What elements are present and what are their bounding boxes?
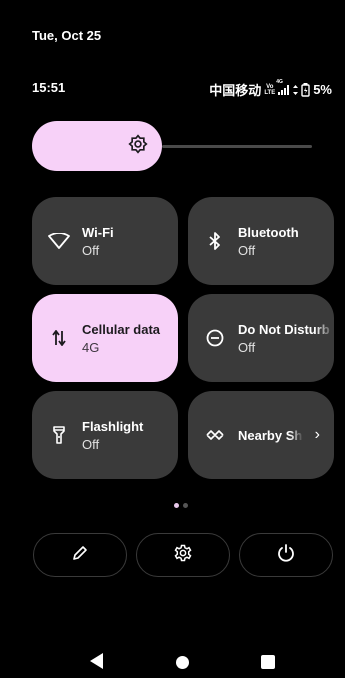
tile-wifi-status: Off [82, 242, 100, 258]
tile-nearby-share[interactable]: Nearby Share › [188, 391, 334, 479]
clock-text: 15:51 [32, 80, 66, 95]
power-button[interactable] [239, 533, 333, 577]
recents-button[interactable] [261, 655, 275, 669]
signal-icon: 4G [276, 79, 290, 95]
carrier-name: 中国移动 [209, 83, 262, 98]
battery-percent: 5% [313, 82, 332, 97]
settings-button[interactable] [136, 533, 230, 577]
date-text: Tue, Oct 25 [32, 28, 102, 43]
tile-dnd-status: Off [238, 339, 256, 355]
battery-icon [301, 82, 310, 97]
flashlight-icon [48, 424, 70, 446]
page-dot-active [174, 503, 179, 508]
navigation-bar [0, 630, 345, 678]
status-bar: 中国移动 Vo LTE 4G 5% [209, 79, 332, 99]
tile-dnd-label: Do Not Disturb [238, 321, 330, 337]
tile-bluetooth-label: Bluetooth [238, 224, 299, 240]
settings-gear-icon [174, 544, 192, 567]
tile-flashlight-label: Flashlight [82, 418, 144, 434]
tile-do-not-disturb[interactable]: Do Not Disturb Off [188, 294, 334, 382]
chevron-right-icon: › [314, 426, 320, 443]
tile-bluetooth-status: Off [238, 242, 256, 258]
page-dot [183, 503, 188, 508]
page-indicator [174, 503, 188, 508]
tile-flashlight-status: Off [82, 436, 100, 452]
back-button[interactable] [90, 653, 103, 674]
wifi-icon [48, 230, 70, 252]
tile-cellular-label: Cellular data [82, 321, 161, 337]
tile-wifi[interactable]: Wi-Fi Off [32, 197, 178, 285]
tile-bluetooth[interactable]: Bluetooth Off [188, 197, 334, 285]
edit-pencil-icon [72, 545, 88, 566]
do-not-disturb-icon [204, 327, 226, 349]
nearby-share-icon [204, 424, 226, 446]
tile-nearby-label: Nearby Share [238, 427, 303, 443]
brightness-slider-fill[interactable] [32, 121, 162, 171]
home-button[interactable] [176, 656, 189, 669]
tile-flashlight[interactable]: Flashlight Off [32, 391, 178, 479]
volte-icon: Vo LTE [264, 83, 276, 96]
brightness-slider[interactable] [32, 121, 312, 171]
data-activity-icon [293, 84, 299, 95]
tile-cellular-data[interactable]: Cellular data 4G [32, 294, 178, 382]
tile-cellular-status: 4G [82, 339, 100, 355]
edit-button[interactable] [33, 533, 127, 577]
data-arrows-icon [48, 327, 70, 349]
power-icon [277, 543, 295, 567]
tile-wifi-label: Wi-Fi [82, 224, 114, 240]
brightness-icon [128, 133, 148, 159]
brightness-slider-track[interactable] [162, 145, 312, 148]
bluetooth-icon [204, 230, 226, 252]
